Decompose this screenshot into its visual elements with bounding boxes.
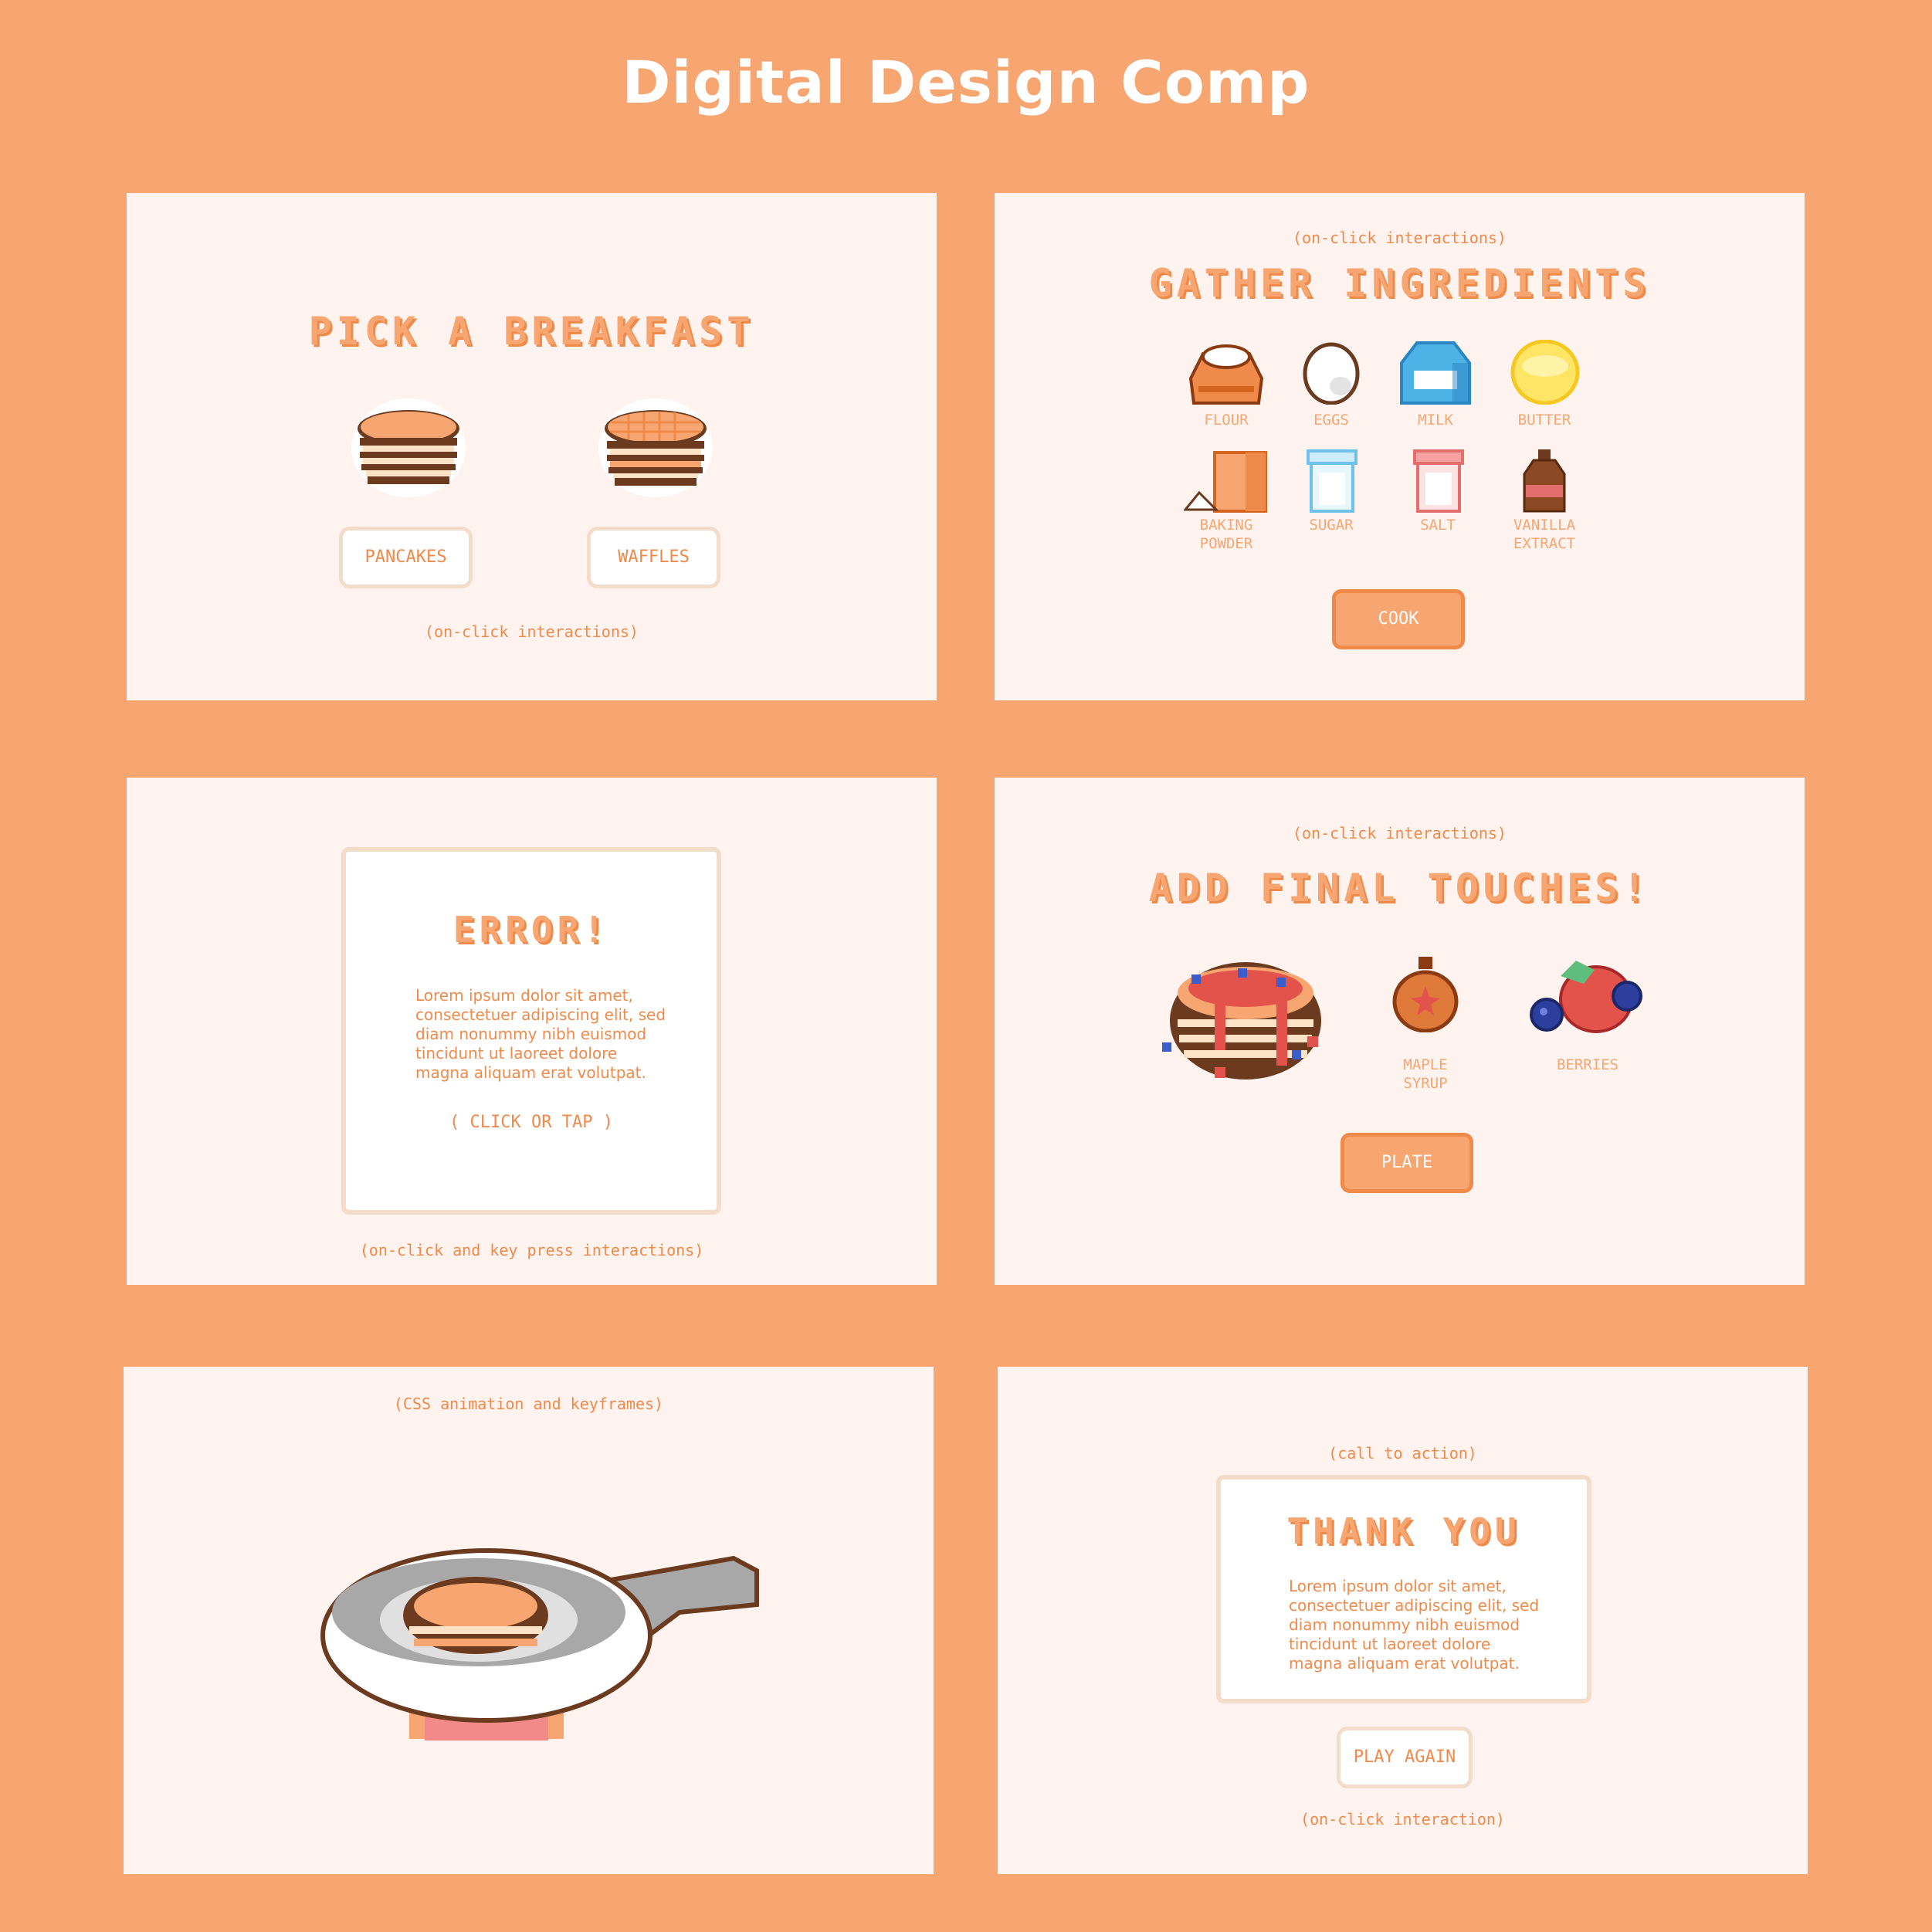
waffle-stack-icon[interactable] [598, 398, 713, 498]
error-dialog: ERROR! Lorem ipsum dolor sit amet, conse… [341, 847, 721, 1215]
waffles-button[interactable]: WAFFLES [587, 527, 720, 588]
item-label: MAPLE SYRUP [1379, 1056, 1472, 1093]
screen-gather-ingredients: (on-click interactions) GATHER INGREDIEN… [995, 193, 1805, 700]
ingredient-label: SUGAR [1309, 517, 1354, 534]
body-line: tincidunt ut laoreet dolore [1289, 1635, 1491, 1653]
vanilla-icon[interactable] [1521, 448, 1568, 513]
body-line: magna aliquam erat volutpat. [1289, 1654, 1520, 1673]
milk-icon[interactable] [1398, 340, 1473, 405]
label-line: MAPLE [1403, 1056, 1448, 1073]
interaction-note: (on-click interactions) [1293, 824, 1507, 842]
label-line: BAKING [1199, 517, 1253, 534]
ingredient-label: BUTTER [1517, 412, 1571, 429]
pancakes-button[interactable]: PANCAKES [339, 527, 473, 588]
screen-heading: PICK A BREAKFAST [308, 309, 755, 354]
label-line: VANILLA [1513, 517, 1576, 534]
error-body: Lorem ipsum dolor sit amet, consectetuer… [415, 986, 678, 1083]
click-or-tap-link[interactable]: ( CLICK OR TAP ) [346, 1113, 717, 1132]
topped-pancakes-icon [1161, 951, 1330, 1083]
error-heading: ERROR! [452, 909, 610, 951]
egg-icon[interactable] [1300, 340, 1362, 405]
interaction-note: (on-click interaction) [1300, 1810, 1505, 1829]
animation-note: (CSS animation and keyframes) [393, 1395, 664, 1413]
cta-note: (call to action) [1328, 1444, 1477, 1463]
flour-icon[interactable] [1188, 340, 1265, 405]
page-title: Digital Design Comp [622, 48, 1310, 117]
thank-you-heading: THANK YOU [1286, 1510, 1521, 1552]
baking-powder-icon[interactable] [1184, 448, 1269, 513]
body-line: diam nonummy nibh euismod [415, 1025, 647, 1043]
body-line: Lorem ipsum dolor sit amet, [1289, 1577, 1507, 1595]
body-line: Lorem ipsum dolor sit amet, [415, 986, 633, 1005]
ingredient-label: EGGS [1313, 412, 1349, 429]
label-line: SYRUP [1403, 1075, 1448, 1092]
ingredient-label: SALT [1420, 517, 1456, 534]
pancake-stack-icon[interactable] [351, 398, 466, 498]
play-again-button[interactable]: PLAY AGAIN [1337, 1727, 1473, 1788]
ingredient-label: MILK [1418, 412, 1453, 429]
ingredient-label: FLOUR [1204, 412, 1249, 429]
cook-button[interactable]: COOK [1332, 589, 1465, 649]
body-line: consectetuer adipiscing elit, sed [1289, 1596, 1540, 1615]
screen-thank-you: (call to action) THANK YOU Lorem ipsum d… [998, 1367, 1808, 1874]
screen-cooking: (CSS animation and keyframes) [124, 1367, 934, 1874]
ingredient-label: VANILLA EXTRACT [1498, 516, 1591, 553]
berries-icon[interactable] [1530, 958, 1646, 1035]
body-line: diam nonummy nibh euismod [1289, 1615, 1520, 1634]
thank-you-body: Lorem ipsum dolor sit amet, consectetuer… [1289, 1577, 1551, 1673]
label-line: POWDER [1199, 535, 1253, 552]
sugar-icon[interactable] [1305, 448, 1359, 513]
plate-button[interactable]: PLATE [1341, 1133, 1473, 1193]
body-line: consectetuer adipiscing elit, sed [415, 1005, 666, 1024]
screen-heading: ADD FINAL TOUCHES! [1148, 866, 1651, 910]
screen-error: ERROR! Lorem ipsum dolor sit amet, conse… [127, 778, 937, 1285]
screen-pick-breakfast: PICK A BREAKFAST PANCAKES WAFFLES (on-cl… [127, 193, 937, 700]
interaction-note: (on-click interactions) [1293, 229, 1507, 247]
salt-icon[interactable] [1412, 448, 1466, 513]
body-line: magna aliquam erat volutpat. [415, 1063, 646, 1082]
screen-final-touches: (on-click interactions) ADD FINAL TOUCHE… [995, 778, 1805, 1285]
interaction-note: (on-click and key press interactions) [359, 1241, 704, 1259]
butter-icon[interactable] [1510, 340, 1580, 405]
syrup-icon[interactable] [1391, 955, 1460, 1032]
body-line: tincidunt ut laoreet dolore [415, 1044, 618, 1063]
frying-pan-icon [317, 1535, 780, 1744]
ingredient-label: BAKING POWDER [1180, 516, 1273, 553]
item-label: BERRIES [1556, 1056, 1619, 1073]
screen-heading: GATHER INGREDIENTS [1148, 261, 1651, 306]
label-line: EXTRACT [1513, 535, 1576, 552]
interaction-note: (on-click interactions) [425, 622, 639, 641]
thank-you-card: THANK YOU Lorem ipsum dolor sit amet, co… [1216, 1475, 1591, 1703]
